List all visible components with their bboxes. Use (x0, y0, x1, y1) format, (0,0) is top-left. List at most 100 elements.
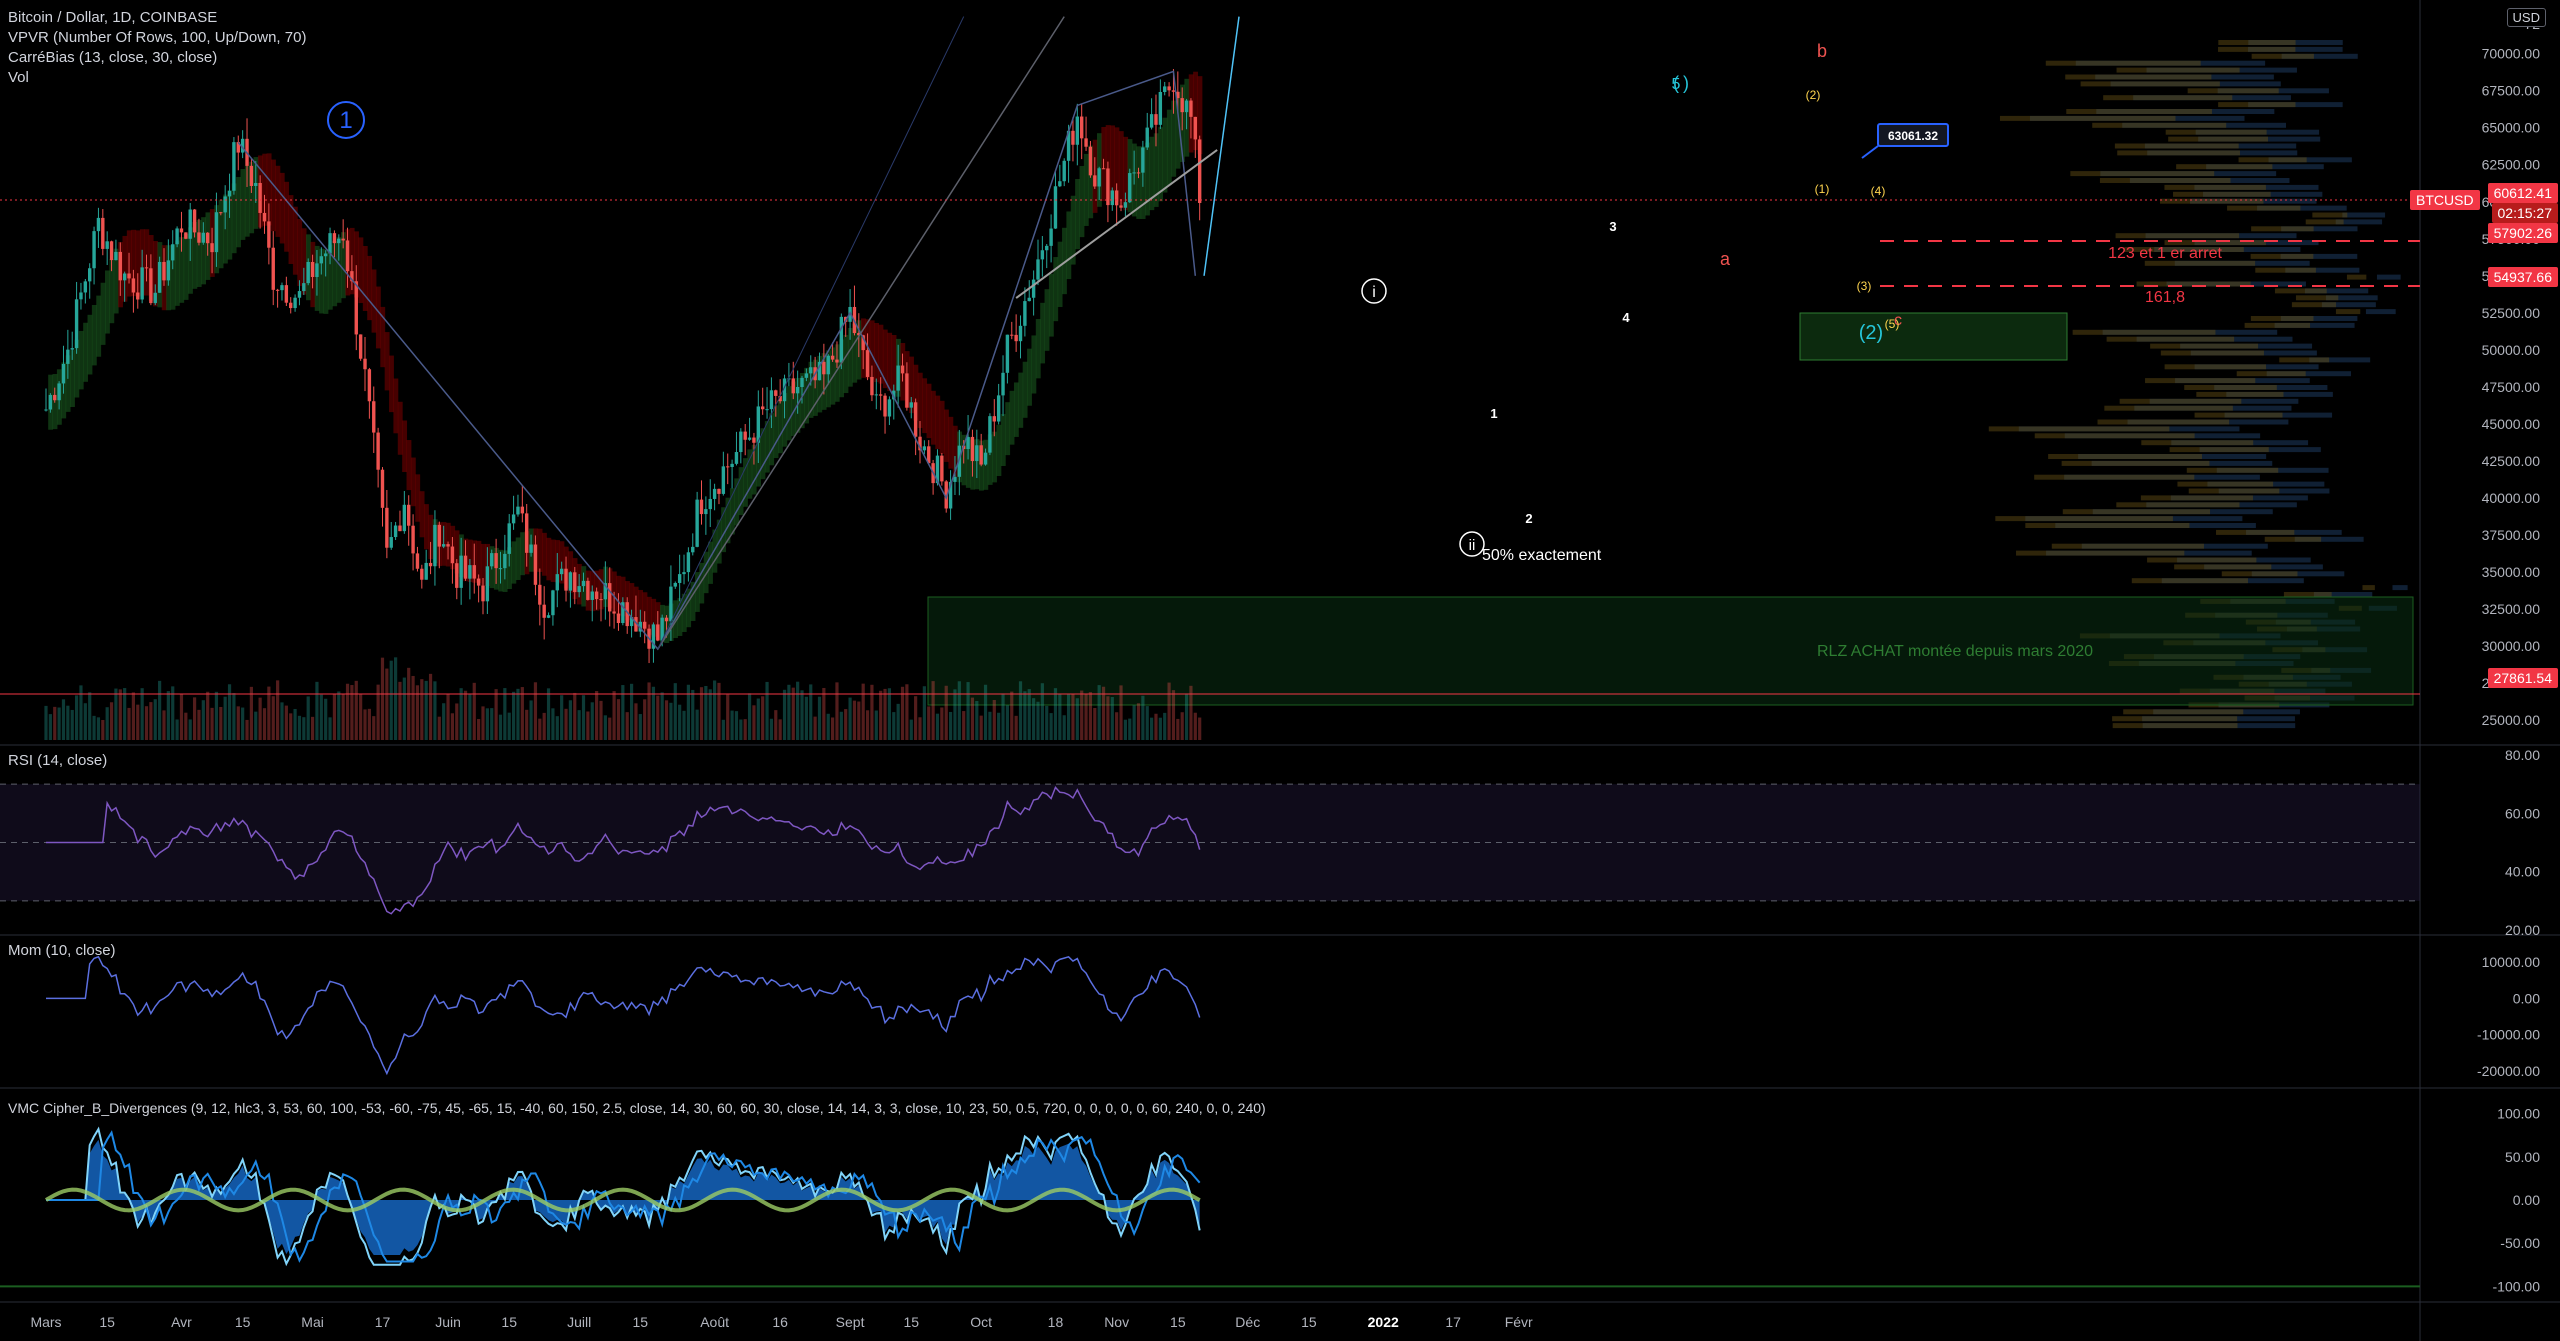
candle-body (1110, 190, 1114, 206)
symbol-line[interactable]: Bitcoin / Dollar, 1D, COINBASE (8, 8, 306, 28)
indicator-vol[interactable]: Vol (8, 68, 306, 88)
volume-bar (166, 691, 170, 740)
vpvr-bar-down (2034, 474, 2195, 480)
volume-bar (210, 707, 214, 740)
time-axis-label: 15 (633, 1314, 649, 1330)
volume-bar (293, 708, 297, 740)
cloud-segment (1040, 302, 1046, 364)
volume-bar (651, 686, 656, 740)
target-2-price-tag: 54937.66 (2487, 266, 2558, 287)
target-zone-box (1799, 312, 2068, 361)
candle-body (420, 568, 424, 580)
candle-body (1149, 114, 1154, 128)
volume-bar (752, 705, 756, 740)
candle-body (197, 232, 201, 243)
volume-bar (988, 711, 992, 740)
volume-bar (857, 701, 861, 740)
cloud-segment (1118, 131, 1124, 205)
vmc-title[interactable]: VMC Cipher_B_Divergences (9, 12, hlc3, 3… (8, 1100, 1266, 1116)
price-axis-label: 25000.00 (2482, 712, 2541, 728)
time-axis-label: 17 (375, 1314, 391, 1330)
candle-body (184, 232, 188, 239)
volume-bar (1058, 694, 1062, 740)
volume-bar (975, 701, 979, 740)
vpvr-bar-down (2145, 378, 2256, 384)
svg-text:1: 1 (339, 107, 352, 134)
candle-body (913, 402, 918, 437)
volume-bar (1093, 707, 1097, 740)
candle-body (878, 394, 883, 396)
candle-body (310, 261, 315, 277)
mom-title[interactable]: Mom (10, close) (8, 942, 116, 959)
candle-body (739, 431, 743, 453)
cloud-segment (1031, 335, 1037, 394)
vpvr-bar-down (2131, 578, 2248, 584)
volume-bar (826, 713, 830, 740)
trading-chart[interactable]: RLZ ACHAT montée depuis mars 2020 123 et… (0, 0, 2560, 1341)
cloud-segment (91, 304, 97, 366)
time-axis-label: 15 (501, 1314, 517, 1330)
volume-bar (621, 685, 625, 740)
volume-bar (455, 703, 459, 740)
volume-bar (962, 711, 966, 740)
volume-bar (634, 703, 638, 740)
volume-bar (302, 717, 306, 740)
vpvr-bar-down (2072, 329, 2216, 335)
volume-bar (424, 680, 428, 740)
candle-body (533, 544, 538, 585)
indicator-carrebias[interactable]: CarréBias (13, close, 30, close) (8, 48, 306, 68)
vpvr-bar-down (2048, 454, 2202, 459)
volume-bar (367, 708, 371, 740)
vpvr-bar-down (2115, 233, 2240, 239)
candle-body (389, 537, 393, 548)
candle-body (323, 253, 328, 257)
candle-body (446, 544, 450, 547)
vpvr-bar-down (2092, 122, 2227, 128)
svg-text:5: 5 (1672, 76, 1681, 93)
volume-bar (389, 660, 393, 740)
candle-body (608, 583, 612, 612)
volume-bar (874, 710, 878, 740)
volume-bar (713, 680, 717, 740)
volume-bar (144, 706, 149, 740)
candle-body (306, 261, 310, 284)
candle-body (214, 212, 219, 253)
vmc-pane-axis-label: 0.00 (2513, 1192, 2540, 1208)
volume-bar (525, 709, 529, 740)
volume-bar (695, 709, 699, 740)
candle-body (57, 383, 61, 401)
volume-bar (870, 684, 874, 740)
candle-body (1005, 334, 1010, 373)
volume-bar (1193, 712, 1197, 740)
volume-bar (551, 708, 555, 740)
volume-bar (219, 706, 223, 740)
cloud-segment (406, 440, 412, 491)
vpvr-bar-down (2250, 253, 2314, 259)
candle-body (577, 586, 581, 593)
volume-bar (555, 716, 559, 740)
volume-bar (940, 707, 944, 740)
rsi-title[interactable]: RSI (14, close) (8, 752, 107, 769)
candle-body (162, 261, 166, 281)
candle-body (542, 604, 546, 618)
price-axis-label: 45000.00 (2482, 416, 2541, 432)
volume-bar (747, 693, 752, 740)
cloud-segment (1035, 319, 1041, 379)
volume-bar (564, 708, 568, 740)
indicator-vpvr[interactable]: VPVR (Number Of Rows, 100, Up/Down, 70) (8, 28, 306, 48)
volume-bar (887, 688, 892, 740)
cloud-segment (284, 181, 290, 252)
label-b: b (1817, 41, 1827, 61)
target-1-text: 123 et 1 er arret (2108, 245, 2222, 262)
currency-button[interactable]: USD (2506, 8, 2546, 27)
volume-bar (577, 710, 581, 740)
paren-wave-3: (3) (1857, 279, 1872, 293)
cloud-segment (708, 541, 713, 584)
volume-bar (1023, 691, 1027, 740)
vmc-pane-axis-label: 100.00 (2497, 1106, 2540, 1122)
volume-bar (520, 687, 524, 740)
volume-bar (179, 693, 184, 740)
vpvr-bar-down (2034, 433, 2195, 439)
volume-bar (363, 709, 367, 740)
vpvr-bar-down (2187, 88, 2279, 94)
